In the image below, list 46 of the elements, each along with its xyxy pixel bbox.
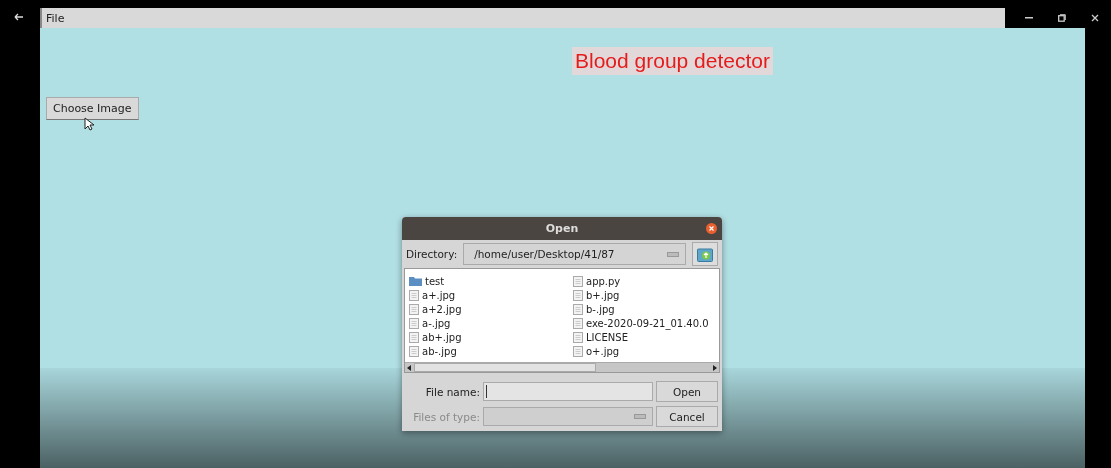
file-icon xyxy=(409,331,419,343)
directory-dropdown[interactable]: /home/user/Desktop/41/87 xyxy=(463,243,686,265)
folder-icon xyxy=(409,276,422,286)
file-icon xyxy=(573,275,583,287)
directory-entry[interactable]: test xyxy=(409,274,573,288)
file-name-field[interactable] xyxy=(483,382,653,401)
file-icon xyxy=(409,317,419,329)
back-icon[interactable] xyxy=(14,13,24,21)
directory-entry[interactable]: exe-2020-09-21_01.40.0 xyxy=(573,316,717,330)
close-icon[interactable] xyxy=(1090,14,1099,22)
directory-entry[interactable]: a+2.jpg xyxy=(409,302,573,316)
directory-entry[interactable]: o+.jpg xyxy=(573,344,717,358)
horizontal-scrollbar[interactable] xyxy=(405,362,719,372)
cursor-icon xyxy=(84,117,94,131)
file-icon xyxy=(573,317,583,329)
scroll-left-icon[interactable] xyxy=(407,364,412,371)
directory-entry[interactable]: b+.jpg xyxy=(573,288,717,302)
directory-entry[interactable]: b-.jpg xyxy=(573,302,717,316)
file-icon xyxy=(409,289,419,301)
folder-up-icon xyxy=(697,246,713,262)
directory-entry[interactable]: a+.jpg xyxy=(409,288,573,302)
open-button[interactable]: Open xyxy=(656,381,718,402)
file-icon xyxy=(573,303,583,315)
file-icon xyxy=(573,345,583,357)
file-icon xyxy=(573,289,583,301)
menu-item[interactable]: File xyxy=(46,11,65,25)
parent-folder-button[interactable] xyxy=(692,242,718,266)
file-type-label: Files of type: xyxy=(412,410,480,423)
directory-label: Directory: xyxy=(406,248,458,260)
app-title: Blood group detector xyxy=(572,47,773,75)
dialog-title: Open xyxy=(545,222,579,235)
minimize-icon[interactable] xyxy=(1025,17,1034,19)
close-icon[interactable] xyxy=(706,223,717,234)
file-icon xyxy=(573,331,583,343)
restore-icon[interactable] xyxy=(1058,14,1066,22)
choose-image-button[interactable]: Choose Image xyxy=(46,97,139,120)
file-icon xyxy=(409,345,419,357)
directory-entry[interactable]: ab+.jpg xyxy=(409,330,573,344)
file-name-label: File name: xyxy=(424,385,480,398)
file-icon xyxy=(409,303,419,315)
directory-entry[interactable]: a-.jpg xyxy=(409,316,573,330)
directory-entry[interactable]: LICENSE xyxy=(573,330,717,344)
cancel-button[interactable]: Cancel xyxy=(656,406,718,427)
scroll-right-icon[interactable] xyxy=(712,364,717,371)
directory-entry[interactable]: ab-.jpg xyxy=(409,344,573,358)
directory-entry[interactable]: app.py xyxy=(573,274,717,288)
